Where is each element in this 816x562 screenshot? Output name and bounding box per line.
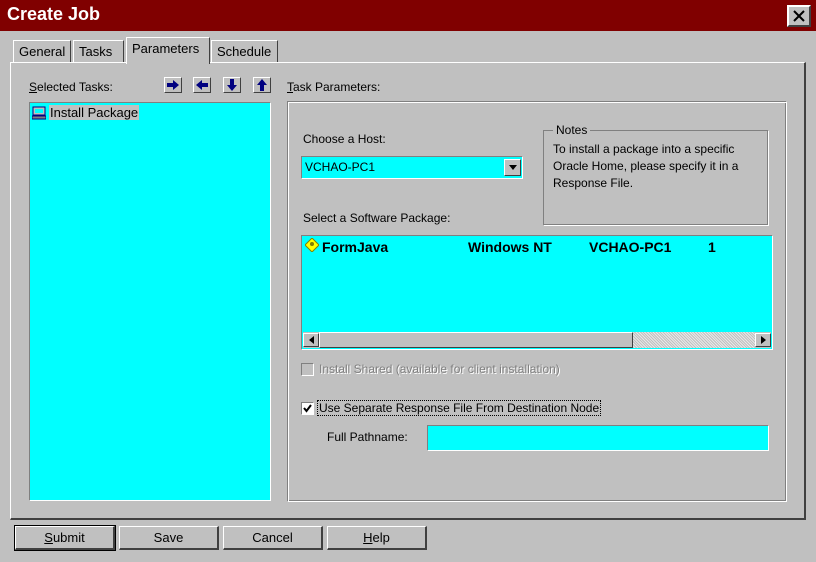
cancel-button[interactable]: Cancel — [223, 526, 323, 550]
package-version: 1 — [708, 239, 716, 255]
software-package-list[interactable]: FormJava Windows NT VCHAO-PC1 1 — [301, 235, 773, 350]
use-response-file-checkbox[interactable] — [301, 402, 314, 415]
selected-tasks-label: Selected Tasks: — [29, 80, 113, 94]
package-platform: Windows NT — [468, 239, 552, 255]
list-item[interactable]: Install Package — [32, 105, 140, 120]
tab-parameters[interactable]: Parameters — [126, 37, 210, 64]
scroll-left-icon — [308, 336, 314, 344]
arrow-right-icon — [167, 80, 179, 90]
tab-general[interactable]: General — [13, 40, 71, 62]
notes-text: To install a package into a specific Ora… — [553, 142, 739, 190]
move-down-button[interactable] — [223, 77, 241, 93]
task-parameters-label: Task Parameters: — [287, 80, 381, 94]
move-left-button[interactable] — [193, 77, 211, 93]
package-name: FormJava — [322, 239, 389, 255]
full-pathname-input[interactable] — [427, 425, 769, 451]
scroll-right-icon — [760, 336, 766, 344]
scroll-track[interactable] — [633, 332, 755, 348]
notes-title: Notes — [553, 123, 591, 137]
package-diamond-icon — [305, 238, 319, 252]
tab-tasks[interactable]: Tasks — [73, 40, 124, 62]
scroll-left-button[interactable] — [303, 333, 319, 347]
task-item-label: Install Package — [49, 105, 140, 120]
close-icon — [793, 10, 805, 22]
selected-tasks-list[interactable]: Install Package — [29, 102, 271, 501]
title-bar: Create Job — [0, 0, 816, 31]
chevron-down-icon — [508, 165, 517, 170]
install-shared-checkbox[interactable] — [301, 363, 314, 376]
move-right-button[interactable] — [164, 77, 182, 93]
install-shared-label: Install Shared (available for client ins… — [319, 362, 560, 376]
use-response-file-label: Use Separate Response File From Destinat… — [317, 400, 602, 416]
horizontal-scrollbar[interactable] — [303, 332, 771, 348]
save-button[interactable]: Save — [119, 526, 219, 550]
submit-button[interactable]: Submit — [14, 525, 116, 551]
host-select[interactable]: VCHAO-PC1 — [301, 156, 523, 179]
close-button[interactable] — [787, 5, 811, 27]
help-button[interactable]: Help — [327, 526, 427, 550]
arrow-down-icon — [227, 79, 237, 91]
scroll-thumb[interactable] — [319, 332, 633, 348]
checkmark-icon — [303, 404, 312, 413]
scroll-right-button[interactable] — [755, 333, 771, 347]
arrow-up-icon — [257, 79, 267, 91]
software-package-label: Select a Software Package: — [303, 211, 451, 225]
window-title: Create Job — [7, 4, 101, 24]
host-select-value: VCHAO-PC1 — [305, 160, 376, 174]
arrow-left-icon — [196, 80, 208, 90]
full-pathname-label: Full Pathname: — [327, 430, 408, 444]
host-dropdown-button[interactable] — [504, 159, 521, 176]
choose-host-label: Choose a Host: — [303, 132, 386, 146]
tab-schedule[interactable]: Schedule — [211, 40, 278, 62]
table-row[interactable]: FormJava Windows NT VCHAO-PC1 1 — [302, 236, 772, 260]
computer-icon — [32, 106, 46, 119]
move-up-button[interactable] — [253, 77, 271, 93]
package-host: VCHAO-PC1 — [589, 239, 672, 255]
